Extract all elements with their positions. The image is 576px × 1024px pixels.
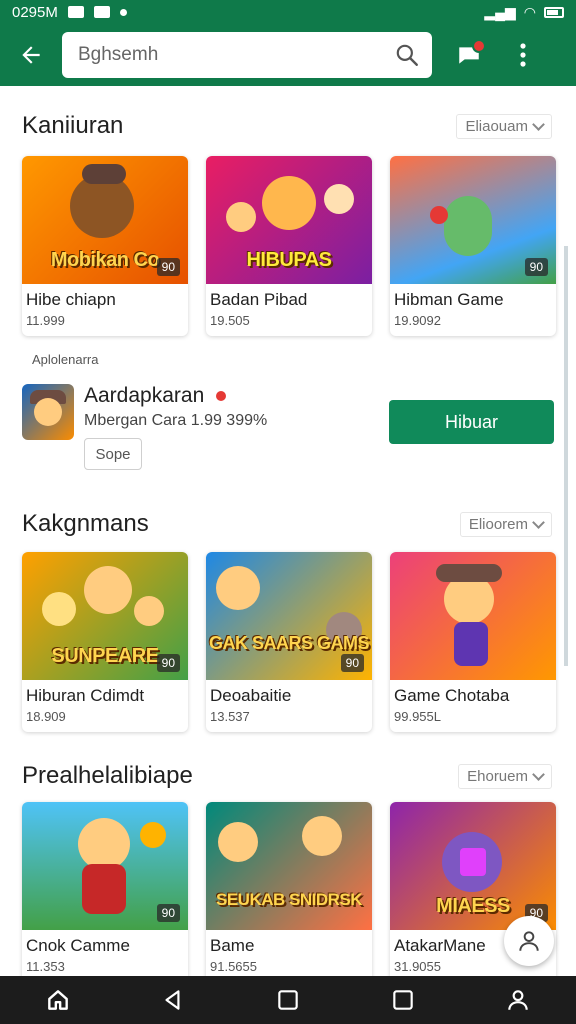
featured-label: Aplolenarra [32,352,99,367]
home-button[interactable] [28,976,88,1024]
featured-app-title: Aardapkaran [84,384,205,407]
game-thumbnail[interactable]: SEUKAB SNIDRSK [206,802,372,930]
game-meta: 11.353 [26,959,65,974]
content-area[interactable]: Kaniiuran Eliaouam Mobikan Co 90 Hibe ch… [6,86,568,976]
section-header: Kaniiuran Eliaouam [22,110,552,142]
game-thumbnail[interactable]: 90 [22,802,188,930]
more-vert-icon [520,43,526,67]
thumbnail-badge: 90 [524,258,548,276]
see-more-button[interactable]: Ehoruem [458,763,552,789]
game-thumbnail[interactable]: GAK SAARS GAMS 90 [206,552,372,680]
featured-app-meta: Mbergan Cara 1.99 399% [84,412,268,429]
status-bar: 0295M ▂▄▆ ◠ [0,0,576,24]
search-input[interactable] [78,44,394,66]
person-icon [508,990,529,1010]
search-icon[interactable] [394,42,420,68]
game-card[interactable]: Mobikan Co 90 Hibe chiapn 11.999 [22,156,188,336]
game-thumbnail[interactable]: 90 [390,156,556,284]
game-thumbnail[interactable]: MIAESS 90 [390,802,556,930]
game-card[interactable]: SEUKAB SNIDRSK Bame 91.5655 [206,802,372,976]
back-nav-button[interactable] [143,976,203,1024]
app-bar [0,24,576,86]
game-card[interactable]: 90 Cnok Camme 11.353 [22,802,188,976]
game-card[interactable]: HIBUPAS Badan Pibad 19.505 [206,156,372,336]
section-header: Kakgnmans Elioorem [22,508,552,540]
see-more-label: Elioorem [468,515,528,533]
game-thumbnail[interactable]: SUNPEARE 90 [22,552,188,680]
game-name: Badan Pibad [210,290,308,309]
thumbnail-badge: 90 [156,654,180,672]
game-card[interactable]: Game Chotaba 99.955L [390,552,556,732]
square-icon [393,990,413,1010]
thumbnail-badge: 90 [340,654,364,672]
game-thumbnail[interactable]: HIBUPAS [206,156,372,284]
thumbnail-title: HIBUPAS [246,249,332,271]
section-header: Prealhelalibiape Ehoruem [22,760,552,792]
system-nav-bar [0,976,576,1024]
see-more-label: Ehoruem [467,767,528,785]
account-button[interactable] [488,976,548,1024]
featured-app-name[interactable]: Aardapkaran [84,384,227,408]
chevron-down-icon [532,767,545,781]
arrow-left-icon [22,46,40,64]
game-meta: 13.537 [210,709,250,724]
scroll-indicator [564,246,568,666]
featured-app-icon[interactable] [22,384,74,440]
thumbnail-title: GAK SAARS GAMS [208,633,370,653]
game-meta: 19.9092 [394,313,441,328]
game-name: Bame [210,936,255,955]
game-meta: 91.5655 [210,959,257,974]
thumbnail-badge: 90 [156,258,180,276]
messages-button[interactable] [440,24,498,86]
game-thumbnail[interactable] [390,552,556,680]
thumbnail-badge: 90 [156,904,180,922]
game-thumbnail[interactable]: Mobikan Co 90 [22,156,188,284]
game-card[interactable]: SUNPEARE 90 Hiburan Cdimdt 18.909 [22,552,188,732]
game-meta: 11.999 [26,313,65,328]
game-card[interactable]: GAK SAARS GAMS 90 Deoabaitie 13.537 [206,552,372,732]
install-button[interactable]: Hibuar [389,400,554,444]
triangle-back-icon [165,990,180,1010]
home-icon [47,990,68,1010]
see-more-button[interactable]: Elioorem [459,511,552,537]
status-time: 0295M [12,3,58,21]
game-meta: 99.955L [394,709,441,724]
game-name: Hiburan Cdimdt [26,686,145,705]
search-bar[interactable] [62,32,432,78]
notification-badge [472,39,486,53]
game-name: Hibman Game [394,290,504,309]
thumbnail-title: SEUKAB SNIDRSK [215,890,363,909]
back-button[interactable] [0,24,62,86]
section-title: Prealhelalibiape [22,762,193,789]
section-title: Kaniiuran [22,112,124,139]
section-title: Kakgnmans [22,510,149,537]
featured-tag-chip[interactable]: Sope [84,438,142,470]
overview-button[interactable] [373,976,433,1024]
dot-icon [119,8,127,16]
battery-icon [544,6,564,18]
game-name: Hibe chiapn [26,290,116,309]
signal-icon: ▂▄▆ [484,3,516,20]
wifi-icon: ◠ [523,3,536,20]
see-more-button[interactable]: Eliaouam [456,113,552,139]
game-meta: 19.505 [210,313,250,328]
chevron-down-icon [532,515,545,529]
more-options-button[interactable] [498,24,548,86]
square-icon [278,990,298,1010]
new-indicator-dot [216,391,227,401]
game-name: Cnok Camme [26,936,130,955]
image-icon [93,6,110,18]
game-meta: 18.909 [26,709,66,724]
recents-button[interactable] [258,976,318,1024]
see-more-label: Eliaouam [465,117,528,135]
person-icon [519,931,539,951]
game-name: Deoabaitie [210,686,292,705]
game-card[interactable]: 90 Hibman Game 19.9092 [390,156,556,336]
profile-fab[interactable] [504,916,554,966]
game-name: Game Chotaba [394,686,510,705]
notification-icon [67,6,84,18]
chevron-down-icon [532,117,545,131]
